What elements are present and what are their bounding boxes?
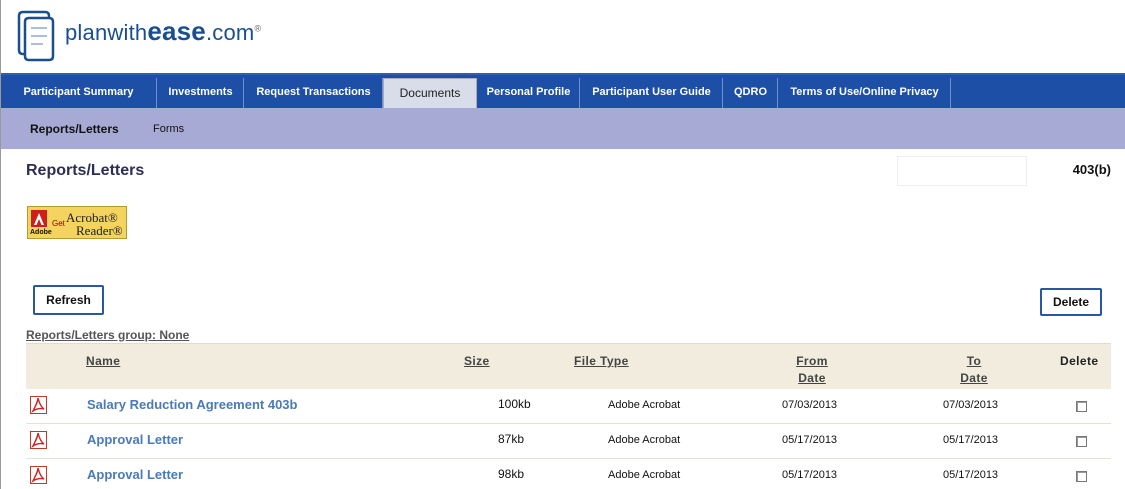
col-to-date-line1: To <box>966 354 982 368</box>
table-header: Name Size File Type From Date To Date De… <box>26 343 1111 389</box>
col-to-date[interactable]: To Date <box>954 353 994 387</box>
logo-suffix: .com <box>205 20 255 45</box>
table-row: Approval Letter 87kb Adobe Acrobat 05/17… <box>26 424 1111 459</box>
group-label[interactable]: Reports/Letters group: None <box>26 328 189 342</box>
document-link[interactable]: Salary Reduction Agreement 403b <box>87 397 297 412</box>
document-to-date: 05/17/2013 <box>943 469 999 481</box>
get-acrobat-reader-badge[interactable]: Adobe Get Acrobat® Reader® <box>27 206 127 239</box>
document-size: 100kb <box>498 397 531 411</box>
col-to-date-line2: Date <box>960 371 988 385</box>
tab-personal-profile[interactable]: Personal Profile <box>478 78 580 108</box>
plan-selector-box <box>897 156 1027 186</box>
col-name[interactable]: Name <box>86 353 120 370</box>
subnav-reports-letters[interactable]: Reports/Letters <box>30 122 119 136</box>
tab-investments[interactable]: Investments <box>158 78 244 108</box>
document-type: Adobe Acrobat <box>608 469 681 481</box>
tab-terms-of-use[interactable]: Terms of Use/Online Privacy <box>779 78 951 108</box>
col-size[interactable]: Size <box>464 353 490 370</box>
plan-type-label: 403(b) <box>1072 162 1111 177</box>
badge-reader: Reader® <box>76 223 123 238</box>
document-from-date: 07/03/2013 <box>782 399 838 411</box>
col-from-date-line1: From <box>796 354 828 368</box>
table-row: Approval Letter 98kb Adobe Acrobat 05/17… <box>26 459 1111 489</box>
delete-checkbox[interactable] <box>1076 401 1087 412</box>
col-file-type[interactable]: File Type <box>574 353 629 370</box>
col-from-date-line2: Date <box>798 371 826 385</box>
delete-checkbox[interactable] <box>1076 436 1087 447</box>
document-to-date: 07/03/2013 <box>943 399 999 411</box>
table-row: Salary Reduction Agreement 403b 100kb Ad… <box>26 389 1111 424</box>
logo-wordmark: planwithease.com® <box>65 16 261 47</box>
document-link[interactable]: Approval Letter <box>87 432 183 447</box>
document-to-date: 05/17/2013 <box>943 434 999 446</box>
document-size: 98kb <box>498 467 525 481</box>
logo-pages-icon <box>17 10 55 62</box>
document-size: 87kb <box>498 432 525 446</box>
delete-button[interactable]: Delete <box>1040 288 1102 316</box>
document-link[interactable]: Approval Letter <box>87 467 183 482</box>
pdf-icon[interactable] <box>30 466 47 484</box>
subnav-forms[interactable]: Forms <box>153 123 184 135</box>
tab-participant-summary[interactable]: Participant Summary <box>1 78 157 108</box>
tab-qdro[interactable]: QDRO <box>724 78 778 108</box>
col-from-date[interactable]: From Date <box>792 353 832 387</box>
adobe-word: Adobe <box>30 229 52 236</box>
logo-bold: ease <box>147 16 206 46</box>
adobe-logo-icon <box>31 210 47 227</box>
pdf-icon[interactable] <box>30 396 47 414</box>
main-nav: Participant Summary Investments Request … <box>1 73 1125 110</box>
col-delete: Delete <box>1060 354 1099 368</box>
sub-nav: Reports/Letters Forms <box>1 108 1125 149</box>
document-from-date: 05/17/2013 <box>782 434 838 446</box>
tab-request-transactions[interactable]: Request Transactions <box>245 78 383 108</box>
tab-participant-user-guide[interactable]: Participant User Guide <box>581 78 723 108</box>
pdf-icon[interactable] <box>30 431 47 449</box>
delete-checkbox[interactable] <box>1076 471 1087 482</box>
tab-documents[interactable]: Documents <box>383 78 477 110</box>
logo-prefix: planwith <box>65 20 148 45</box>
site-header: planwithease.com® <box>1 0 1125 72</box>
document-type: Adobe Acrobat <box>608 434 681 446</box>
site-logo[interactable]: planwithease.com® <box>15 8 315 62</box>
badge-get: Get <box>52 219 65 228</box>
refresh-button[interactable]: Refresh <box>33 285 104 315</box>
document-type: Adobe Acrobat <box>608 399 681 411</box>
document-from-date: 05/17/2013 <box>782 469 838 481</box>
page-title: Reports/Letters <box>26 162 145 179</box>
logo-reg: ® <box>254 23 262 34</box>
